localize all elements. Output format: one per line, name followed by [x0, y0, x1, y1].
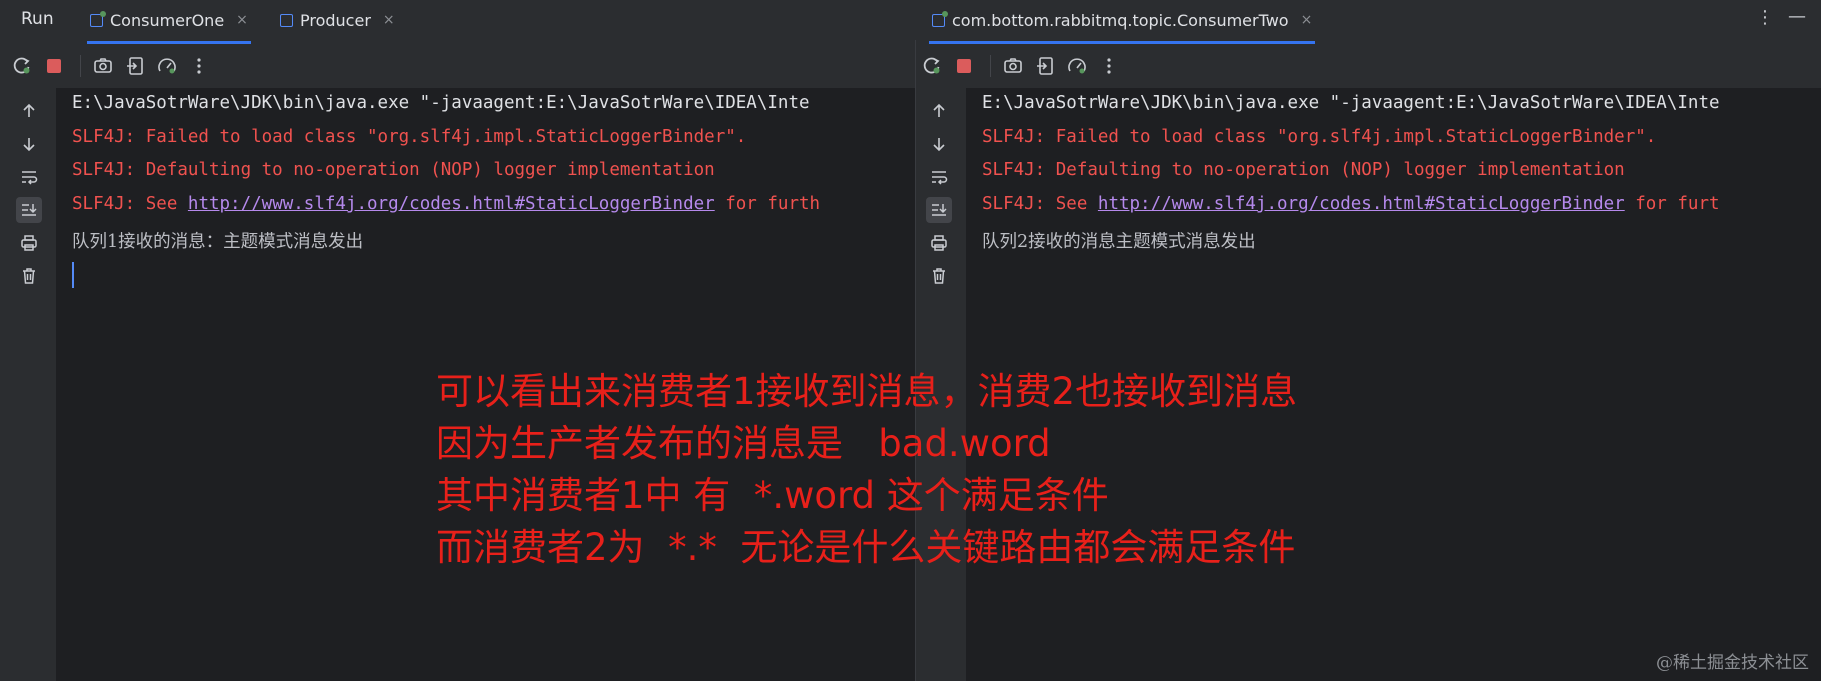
annotation-line: 可以看出来消费者1接收到消息，消费2也接收到消息 — [436, 370, 1298, 413]
scroll-down-icon[interactable] — [16, 131, 42, 157]
scroll-down-icon[interactable] — [926, 131, 952, 157]
log-line: SLF4J: Defaulting to no-operation (NOP) … — [72, 160, 715, 180]
clear-icon[interactable] — [926, 263, 952, 289]
rerun-icon[interactable] — [8, 52, 36, 80]
slf4j-link[interactable]: http://www.slf4j.org/codes.html#StaticLo… — [1098, 194, 1625, 214]
watermark: @稀土掘金技术社区 — [1656, 653, 1809, 673]
log-line: SLF4J: Defaulting to no-operation (NOP) … — [982, 160, 1625, 180]
run-config-icon — [90, 10, 106, 27]
log-text: for furt — [1624, 194, 1720, 214]
stop-icon[interactable] — [950, 52, 978, 80]
annotation-line: 而消费者2为 *.* 无论是什么关键路由都会满足条件 — [436, 526, 1296, 569]
profiler-icon[interactable] — [153, 52, 181, 80]
tab-label: com.bottom.rabbitmq.topic.ConsumerTwo — [952, 10, 1289, 30]
scroll-to-end-icon[interactable] — [16, 197, 42, 223]
screenshot-icon[interactable] — [89, 52, 117, 80]
rerun-icon[interactable] — [918, 52, 946, 80]
log-text: SLF4J: See — [982, 194, 1098, 214]
annotation-text: 可以看出来消费者1接收到消息，消费2也接收到消息 因为生产者发布的消息是 bad… — [436, 366, 1297, 574]
slf4j-link[interactable]: http://www.slf4j.org/codes.html#StaticLo… — [188, 194, 715, 214]
run-config-icon — [280, 13, 293, 27]
exit-icon[interactable] — [121, 52, 149, 80]
tab-producer[interactable]: Producer × — [280, 0, 395, 40]
toolbar-separator — [990, 55, 991, 77]
split-divider[interactable] — [915, 40, 916, 681]
log-text: SLF4J: See — [72, 194, 188, 214]
minimize-icon[interactable]: — — [1788, 6, 1806, 27]
message-output: 队列2接收的消息主题模式消息发出 — [982, 232, 1256, 252]
log-line: SLF4J: Failed to load class "org.slf4j.i… — [982, 127, 1657, 147]
scroll-up-icon[interactable] — [16, 98, 42, 124]
close-icon[interactable]: × — [383, 12, 395, 28]
run-label: Run — [21, 9, 54, 29]
text-caret — [72, 262, 74, 288]
more-options-icon[interactable]: ⋮ — [1756, 7, 1774, 28]
exit-icon[interactable] — [1031, 52, 1059, 80]
scroll-to-end-icon[interactable] — [926, 197, 952, 223]
more-icon[interactable] — [1095, 52, 1123, 80]
console-gutter-left — [8, 88, 50, 681]
print-icon[interactable] — [16, 230, 42, 256]
log-text: for furth — [714, 194, 821, 214]
tab-consumer-two[interactable]: com.bottom.rabbitmq.topic.ConsumerTwo × — [928, 0, 1316, 44]
log-line: SLF4J: See http://www.slf4j.org/codes.ht… — [982, 194, 1720, 214]
message-output: 队列1接收的消息：主题模式消息发出 — [72, 232, 364, 252]
tab-consumer-one[interactable]: ConsumerOne × — [87, 0, 251, 44]
soft-wrap-icon[interactable] — [16, 164, 42, 190]
log-line: SLF4J: Failed to load class "org.slf4j.i… — [72, 127, 747, 147]
close-icon[interactable]: × — [1301, 12, 1313, 28]
run-tool-window-header: Run ConsumerOne × Producer × com.bottom.… — [0, 0, 1821, 44]
close-icon[interactable]: × — [236, 12, 248, 28]
more-icon[interactable] — [185, 52, 213, 80]
tab-label: ConsumerOne — [110, 10, 225, 30]
run-toolbar-left — [8, 46, 217, 86]
run-toolbar-right — [918, 46, 1127, 86]
stop-icon[interactable] — [40, 52, 68, 80]
profiler-icon[interactable] — [1063, 52, 1091, 80]
soft-wrap-icon[interactable] — [926, 164, 952, 190]
print-icon[interactable] — [926, 230, 952, 256]
run-config-icon — [932, 10, 948, 27]
toolbar-separator — [80, 55, 81, 77]
clear-icon[interactable] — [16, 263, 42, 289]
annotation-line: 其中消费者1中 有 *.word 这个满足条件 — [436, 474, 1109, 517]
scroll-up-icon[interactable] — [926, 98, 952, 124]
tab-label: Producer — [300, 10, 371, 30]
log-line: SLF4J: See http://www.slf4j.org/codes.ht… — [72, 194, 820, 214]
annotation-line: 因为生产者发布的消息是 bad.word — [436, 422, 1051, 465]
screenshot-icon[interactable] — [999, 52, 1027, 80]
command-line: E:\JavaSotrWare\JDK\bin\java.exe "-javaa… — [72, 93, 810, 113]
command-line: E:\JavaSotrWare\JDK\bin\java.exe "-javaa… — [982, 93, 1720, 113]
